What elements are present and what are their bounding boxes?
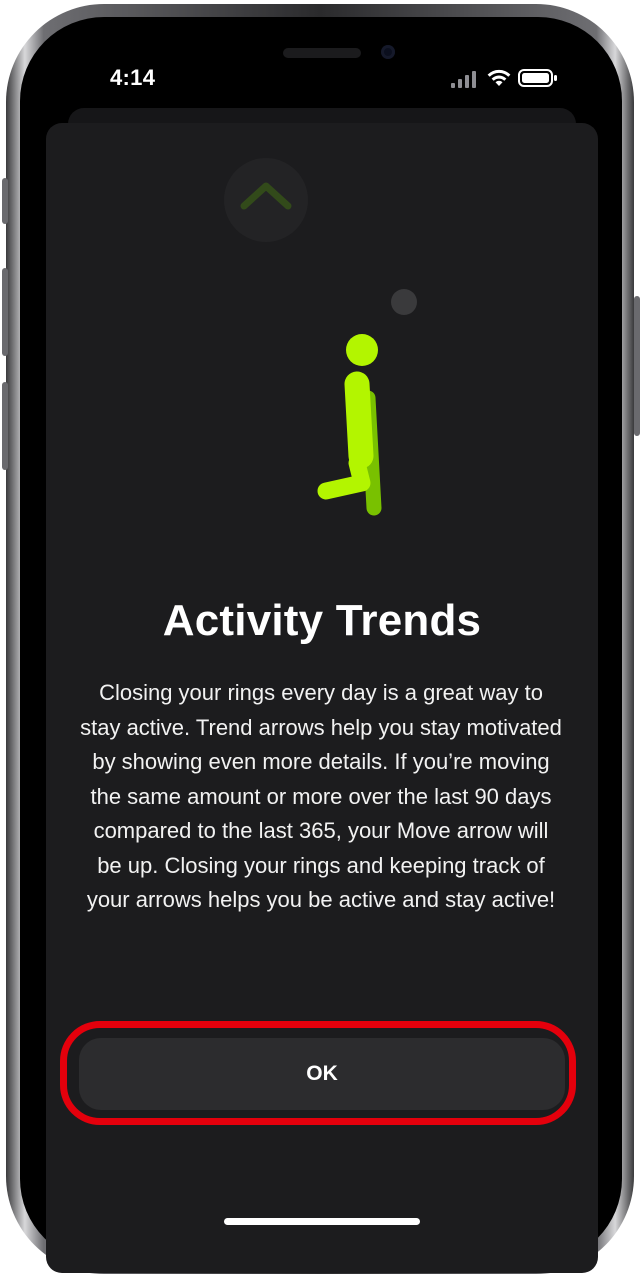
ok-button[interactable]: OK xyxy=(79,1038,565,1110)
walking-figure-icon xyxy=(317,289,417,516)
trend-arrow-badge xyxy=(224,158,308,242)
cellular-signal-icon xyxy=(451,71,476,88)
wifi-icon xyxy=(487,69,511,86)
volume-down-button xyxy=(2,382,8,470)
battery-icon xyxy=(518,69,557,87)
home-indicator[interactable] xyxy=(224,1218,420,1225)
earpiece-speaker xyxy=(283,48,361,58)
volume-up-button xyxy=(2,268,8,356)
status-time: 4:14 xyxy=(110,65,156,90)
description-text: Closing your rings every day is a great … xyxy=(80,680,562,912)
page-title: Activity Trends xyxy=(162,596,482,645)
up-arrow-icon xyxy=(240,182,292,210)
front-camera xyxy=(381,45,395,59)
side-button xyxy=(634,296,640,436)
silent-switch xyxy=(2,178,8,224)
